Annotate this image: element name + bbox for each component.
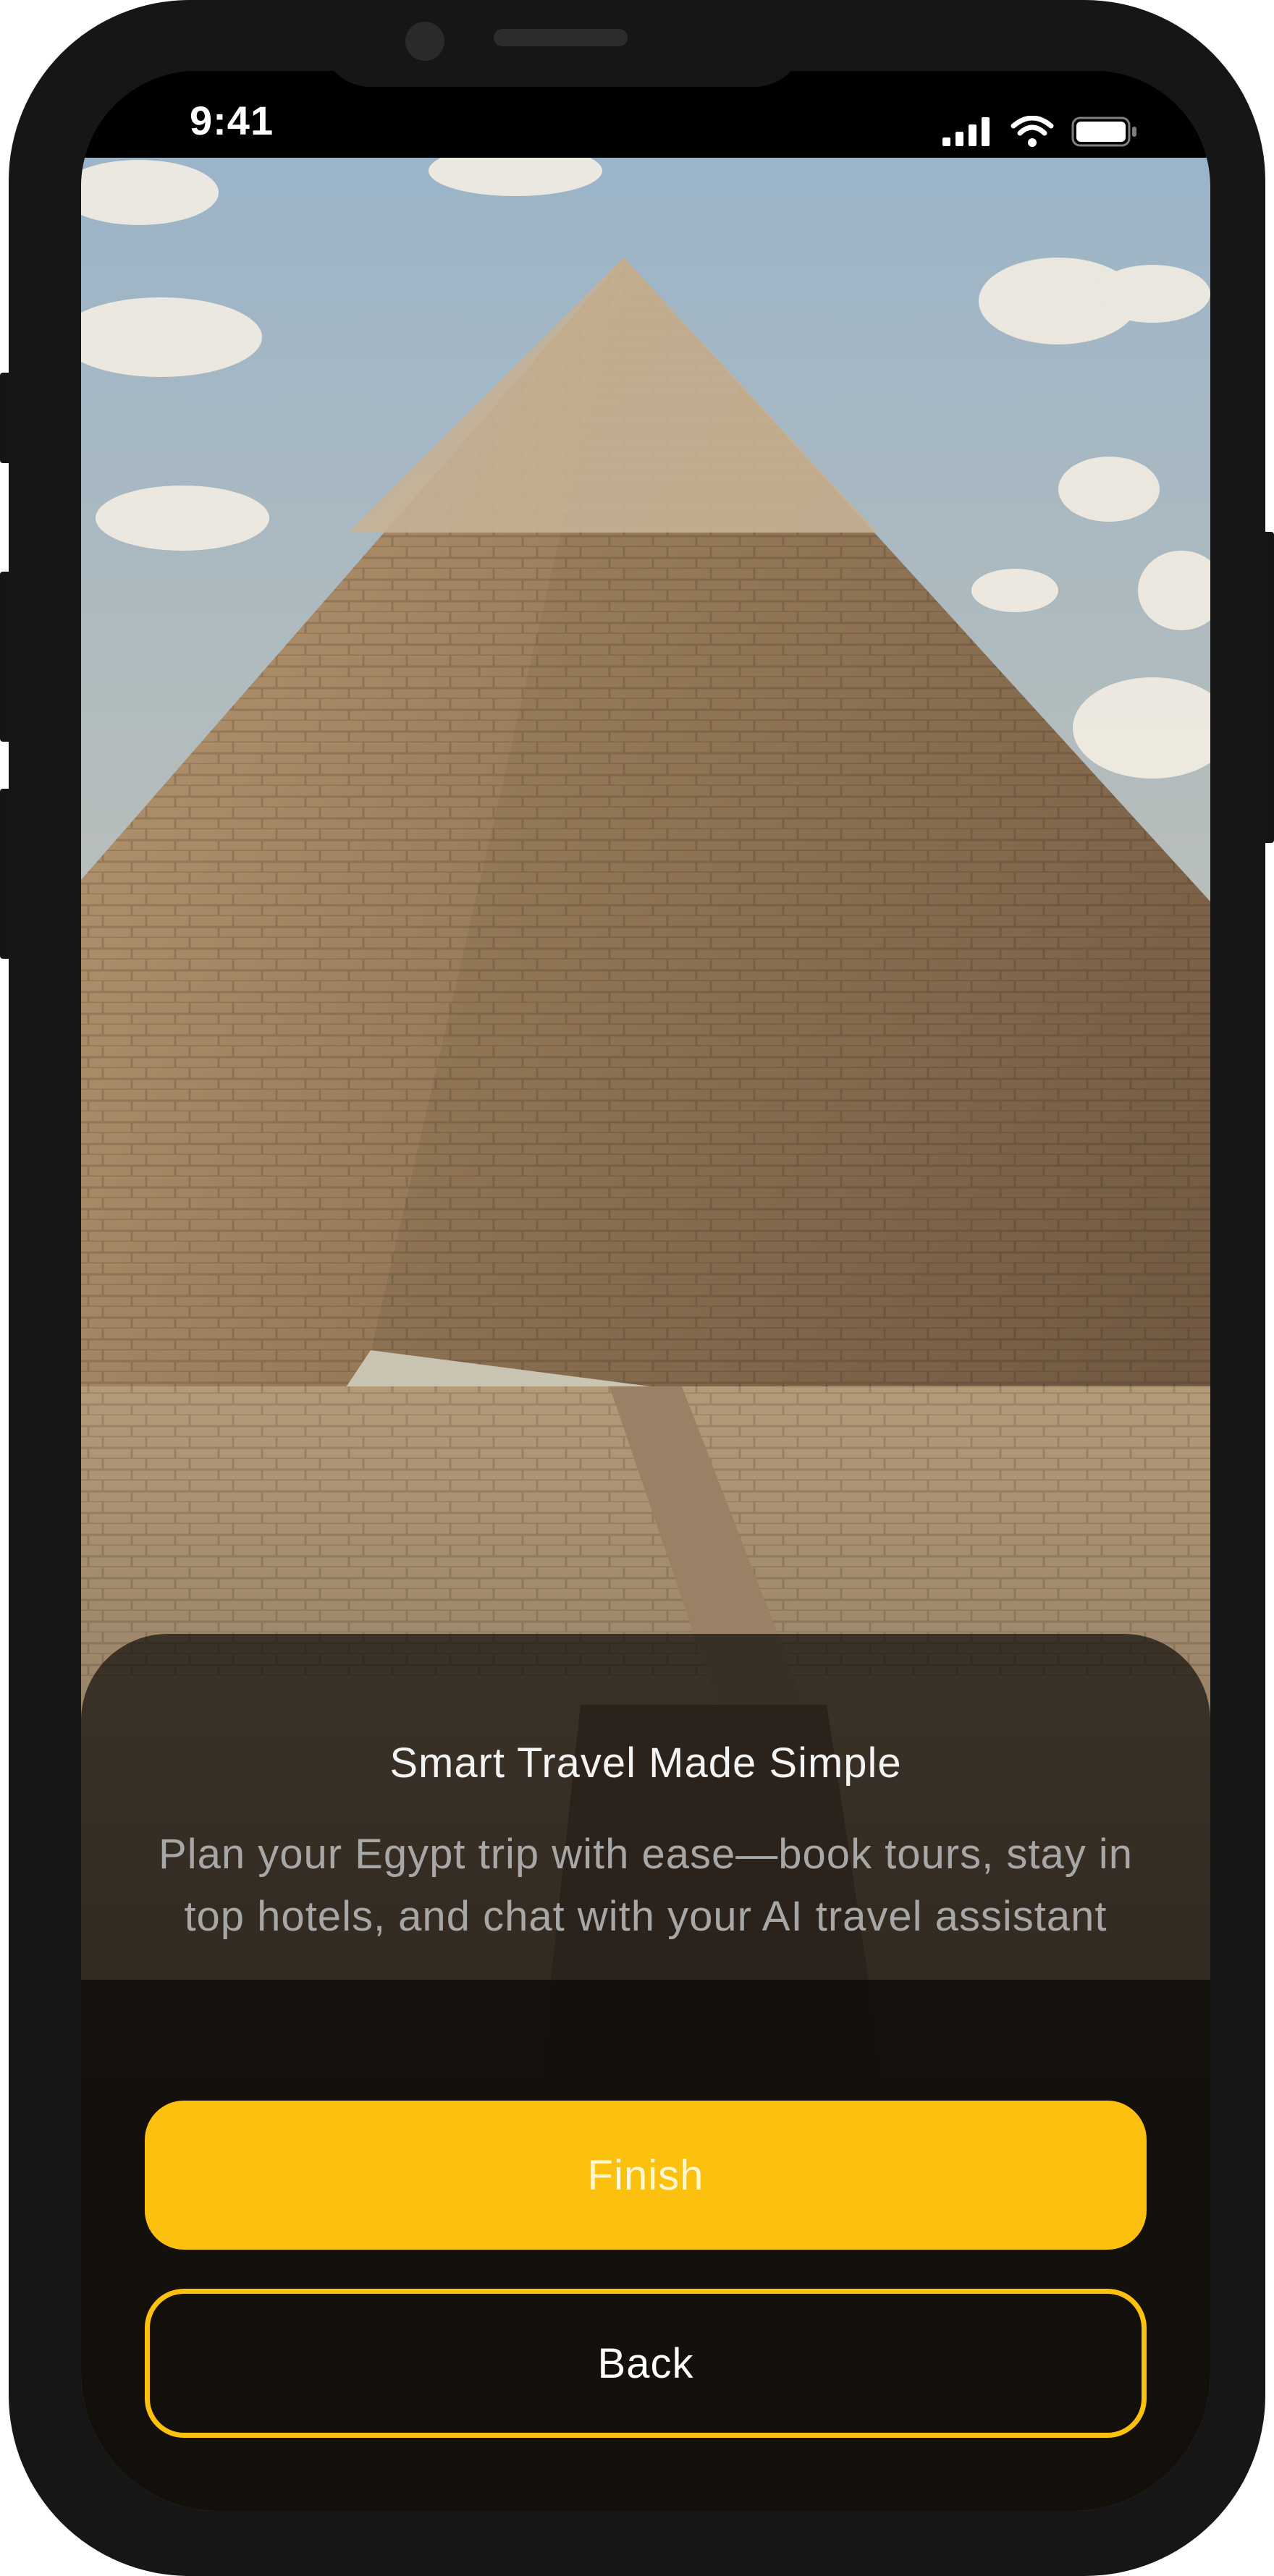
cellular-signal-icon xyxy=(942,117,990,146)
phone-screen: 9:41 Smart Travel Made Simple Plan your … xyxy=(81,71,1210,2511)
wifi-icon xyxy=(1011,116,1054,147)
finish-button[interactable]: Finish xyxy=(145,2101,1147,2250)
onboarding-sheet: Smart Travel Made Simple Plan your Egypt… xyxy=(81,1634,1210,2511)
earpiece-speaker xyxy=(494,29,628,46)
battery-icon xyxy=(1071,116,1136,147)
back-button[interactable]: Back xyxy=(145,2289,1147,2438)
front-camera-icon xyxy=(405,22,444,61)
status-icons xyxy=(942,116,1138,148)
phone-frame: 9:41 Smart Travel Made Simple Plan your … xyxy=(9,0,1265,2576)
onboarding-description: Plan your Egypt trip with ease—book tour… xyxy=(159,1831,1133,1940)
status-time: 9:41 xyxy=(190,98,274,143)
onboarding-title: Smart Travel Made Simple xyxy=(389,1740,902,1787)
dynamic-notch xyxy=(320,0,805,87)
